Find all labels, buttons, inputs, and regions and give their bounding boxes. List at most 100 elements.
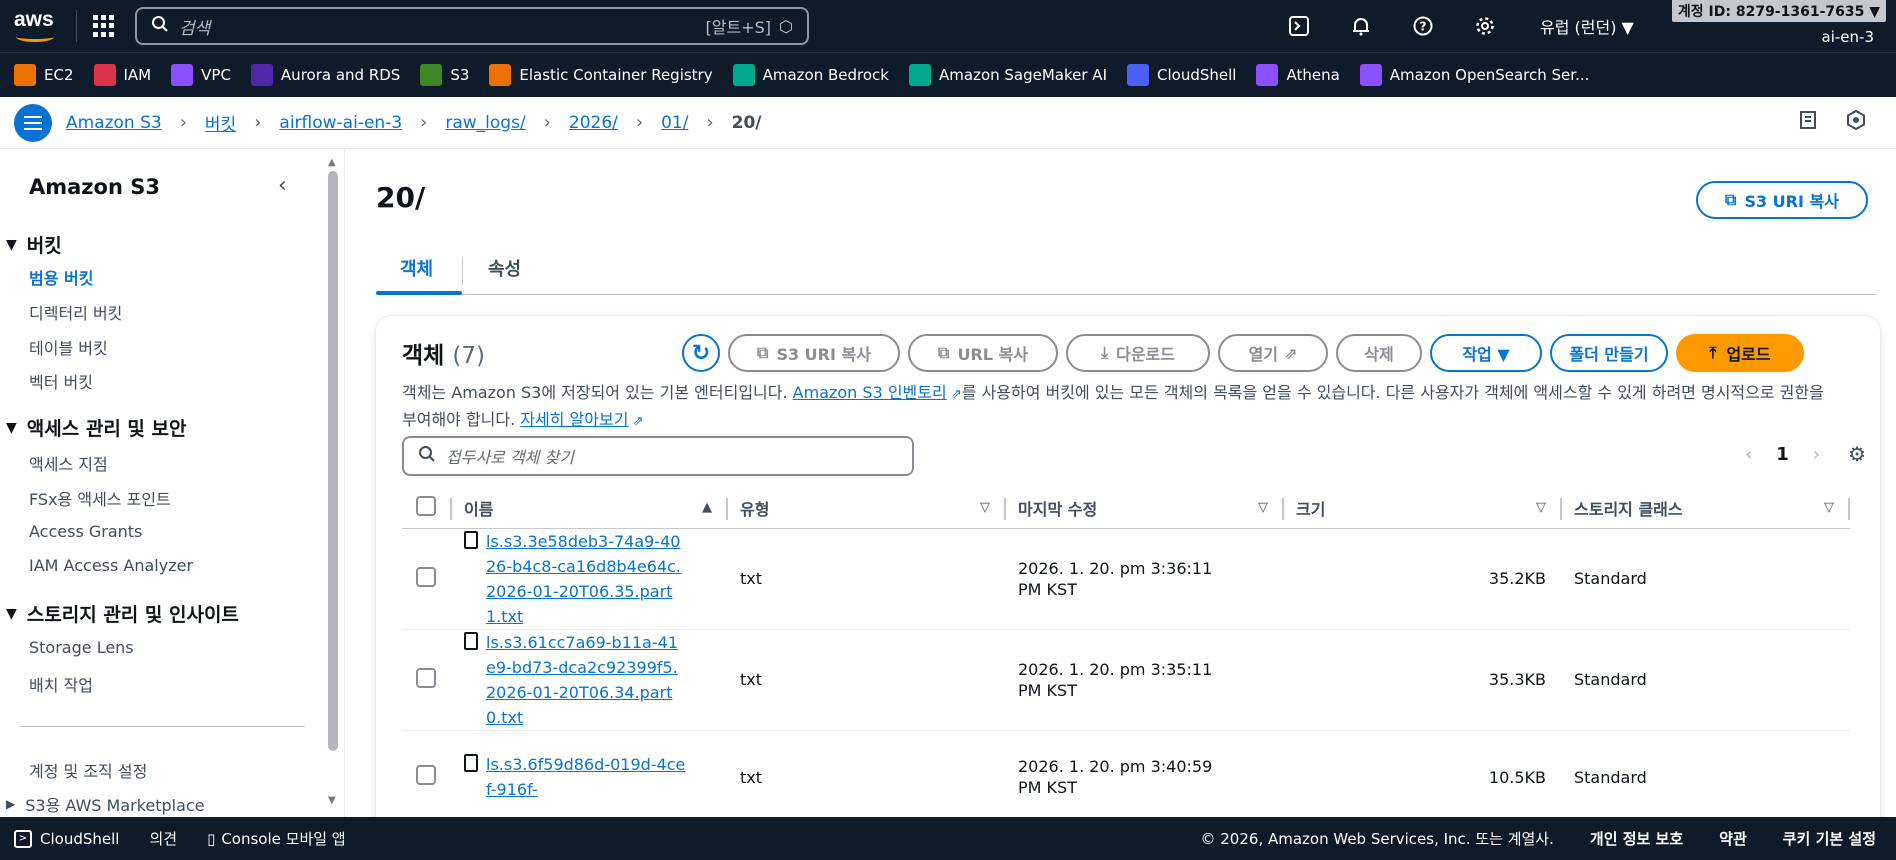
collapse-sidebar-icon[interactable]: ‹	[278, 173, 287, 198]
learn-more-link[interactable]: 자세히 알아보기	[520, 410, 628, 429]
column-header-type[interactable]: 유형 ▽	[728, 488, 1006, 529]
favorite-service-4[interactable]: S3	[420, 64, 469, 86]
row-checkbox[interactable]	[416, 765, 436, 785]
sidebar-item-storage-lens[interactable]: Storage Lens	[29, 638, 134, 657]
sidebar-item-general-buckets[interactable]: 범용 버킷	[29, 265, 93, 289]
aws-logo[interactable]: aws	[14, 8, 66, 44]
copy-s3-uri-button[interactable]: ⧉ S3 URI 복사	[728, 334, 900, 372]
favorite-service-9[interactable]: Athena	[1256, 64, 1340, 86]
svg-text:?: ?	[1420, 20, 1427, 34]
footer-terms-link[interactable]: 약관	[1719, 828, 1747, 849]
settings-gear-icon[interactable]	[1454, 16, 1516, 36]
amazon-q-icon[interactable]: ⬡	[779, 17, 793, 36]
object-name-link[interactable]: ls.s3.3e58deb3-74a9-4026-b4c8-ca16d8b4e6…	[486, 529, 686, 629]
global-search-input[interactable]: 검색 [알트+S] ⬡	[135, 7, 809, 45]
info-panel-icon[interactable]	[1798, 110, 1818, 135]
breadcrumb-link-2[interactable]: airflow-ai-en-3	[279, 113, 402, 133]
favorite-service-6[interactable]: Amazon Bedrock	[732, 64, 889, 86]
breadcrumb-link-5[interactable]: 01/	[661, 113, 688, 133]
column-header-storage-class[interactable]: 스토리지 클래스 ▽	[1562, 488, 1850, 529]
copy-s3-uri-top-button[interactable]: ⧉ S3 URI 복사	[1696, 181, 1868, 219]
sidebar-item-iam-access-analyzer[interactable]: IAM Access Analyzer	[29, 556, 193, 575]
sidebar-item-table-buckets[interactable]: 테이블 버킷	[29, 335, 108, 359]
footer-console-mobile-link[interactable]: ▯ Console 모바일 앱	[207, 828, 346, 849]
actions-dropdown-button[interactable]: 작업 ▼	[1430, 334, 1542, 372]
footer-cookie-preferences-link[interactable]: 쿠키 기본 설정	[1783, 828, 1876, 849]
s3-inventory-link[interactable]: Amazon S3 인벤토리	[793, 383, 947, 402]
breadcrumb-link-0[interactable]: Amazon S3	[66, 113, 162, 133]
tab-properties[interactable]: 속성	[488, 255, 521, 281]
amazon-q-panel-icon[interactable]	[1846, 109, 1866, 135]
menu-hamburger-icon[interactable]	[14, 103, 52, 142]
search-shortcut: [알트+S]	[705, 18, 772, 37]
cloudshell-icon[interactable]	[1268, 16, 1330, 36]
sidebar-section-storage[interactable]: ▼ 스토리지 관리 및 인사이트	[6, 600, 239, 627]
column-header-name[interactable]: 이름 ▲	[452, 488, 728, 529]
favorite-service-3[interactable]: Aurora and RDS	[250, 64, 400, 86]
download-icon: ⤓	[1101, 343, 1109, 362]
breadcrumb-link-3[interactable]: raw_logs/	[445, 113, 525, 133]
sidebar-title[interactable]: Amazon S3	[29, 175, 160, 199]
table-row[interactable]: ls.s3.6f59d86d-019d-4cef-916f-txt 2026. 1…	[402, 730, 1850, 817]
sidebar-item-account-settings[interactable]: 계정 및 조직 설정	[29, 758, 147, 782]
tab-objects[interactable]: 객체	[400, 255, 433, 281]
upload-button[interactable]: ⤒ 업로드	[1676, 334, 1804, 372]
sidebar-item-vector-buckets[interactable]: 벡터 버킷	[29, 369, 93, 393]
sidebar-item-fsx-access-points[interactable]: FSx용 액세스 포인트	[29, 486, 171, 510]
sidebar-section-access[interactable]: ▼ 액세스 관리 및 보안	[6, 414, 186, 441]
sidebar-item-marketplace[interactable]: ▶ S3용 AWS Marketplace	[6, 792, 205, 816]
object-name-link[interactable]: ls.s3.61cc7a69-b11a-41e9-bd73-dca2c92399…	[486, 630, 686, 730]
delete-button[interactable]: 삭제	[1336, 334, 1422, 372]
sidebar-item-batch-operations[interactable]: 배치 작업	[29, 672, 93, 696]
object-name-link[interactable]: ls.s3.6f59d86d-019d-4cef-916f-	[486, 752, 686, 802]
scroll-up-arrow-icon[interactable]: ▲	[328, 157, 336, 168]
favorite-service-1[interactable]: IAM	[93, 64, 151, 86]
account-menu[interactable]: 계정 ID: 8279-1361-7635 ▼ ai-en-3	[1671, 0, 1896, 52]
row-checkbox[interactable]	[416, 566, 436, 587]
footer-cloudshell-button[interactable]: > CloudShell	[14, 829, 119, 848]
row-checkbox[interactable]	[416, 667, 436, 688]
sidebar-item-access-grants[interactable]: Access Grants	[29, 522, 142, 541]
services-grid-icon[interactable]	[93, 15, 115, 37]
help-icon[interactable]: ?	[1392, 16, 1454, 36]
favorite-service-2[interactable]: VPC	[171, 64, 231, 86]
cloudshell-icon: >	[14, 829, 32, 848]
column-header-size[interactable]: 크기 ▽	[1284, 488, 1562, 529]
copy-url-button[interactable]: ⧉ URL 복사	[908, 334, 1058, 372]
create-folder-button[interactable]: 폴더 만들기	[1550, 334, 1668, 372]
previous-page-icon[interactable]: ‹	[1745, 444, 1752, 465]
favorite-service-0[interactable]: EC2	[14, 64, 74, 86]
sidebar-scrollbar[interactable]	[328, 171, 338, 751]
select-all-checkbox[interactable]	[416, 495, 436, 516]
object-storage-class: Standard	[1562, 730, 1850, 817]
scroll-down-arrow-icon[interactable]: ▼	[328, 795, 336, 806]
column-header-last-modified[interactable]: 마지막 수정 ▽	[1006, 488, 1284, 529]
favorite-service-7[interactable]: Amazon SageMaker AI	[909, 64, 1107, 86]
download-button[interactable]: ⤓ 다운로드	[1066, 334, 1210, 372]
footer-privacy-link[interactable]: 개인 정보 보호	[1590, 828, 1683, 849]
current-page[interactable]: 1	[1776, 444, 1789, 465]
breadcrumb-link-1[interactable]: 버킷	[205, 110, 236, 135]
sort-icon: ▽	[980, 500, 990, 515]
region-selector[interactable]: 유럽 (런던) ▼	[1516, 14, 1676, 38]
refresh-button[interactable]: ↻	[682, 334, 720, 372]
account-id[interactable]: 계정 ID: 8279-1361-7635 ▼	[1671, 0, 1886, 22]
open-button[interactable]: 열기 ⇗	[1218, 334, 1328, 372]
top-navigation: aws 검색 [알트+S] ⬡ ? 유럽 (런던) ▼ 계정 ID: 8279-…	[0, 0, 1896, 52]
breadcrumb-link-4[interactable]: 2026/	[569, 113, 618, 133]
notifications-icon[interactable]	[1330, 16, 1392, 36]
table-row[interactable]: ls.s3.3e58deb3-74a9-4026-b4c8-ca16d8b4e6…	[402, 528, 1850, 630]
external-link-icon: ⇗	[628, 414, 644, 429]
table-row[interactable]: ls.s3.61cc7a69-b11a-41e9-bd73-dca2c92399…	[402, 629, 1850, 731]
service-icon	[250, 64, 273, 86]
sidebar-section-buckets[interactable]: ▼ 버킷	[6, 231, 62, 258]
next-page-icon[interactable]: ›	[1813, 444, 1820, 465]
footer-feedback-link[interactable]: 의견	[149, 828, 177, 849]
sidebar-item-directory-buckets[interactable]: 디렉터리 버킷	[29, 300, 122, 324]
sidebar-item-access-points[interactable]: 액세스 지점	[29, 451, 108, 475]
prefix-filter-input[interactable]: 접두사로 객체 찾기	[402, 436, 914, 476]
table-preferences-gear-icon[interactable]: ⚙	[1848, 442, 1866, 466]
favorite-service-8[interactable]: CloudShell	[1127, 64, 1236, 86]
favorite-service-5[interactable]: Elastic Container Registry	[489, 64, 713, 86]
favorite-service-10[interactable]: Amazon OpenSearch Ser...	[1359, 64, 1589, 86]
